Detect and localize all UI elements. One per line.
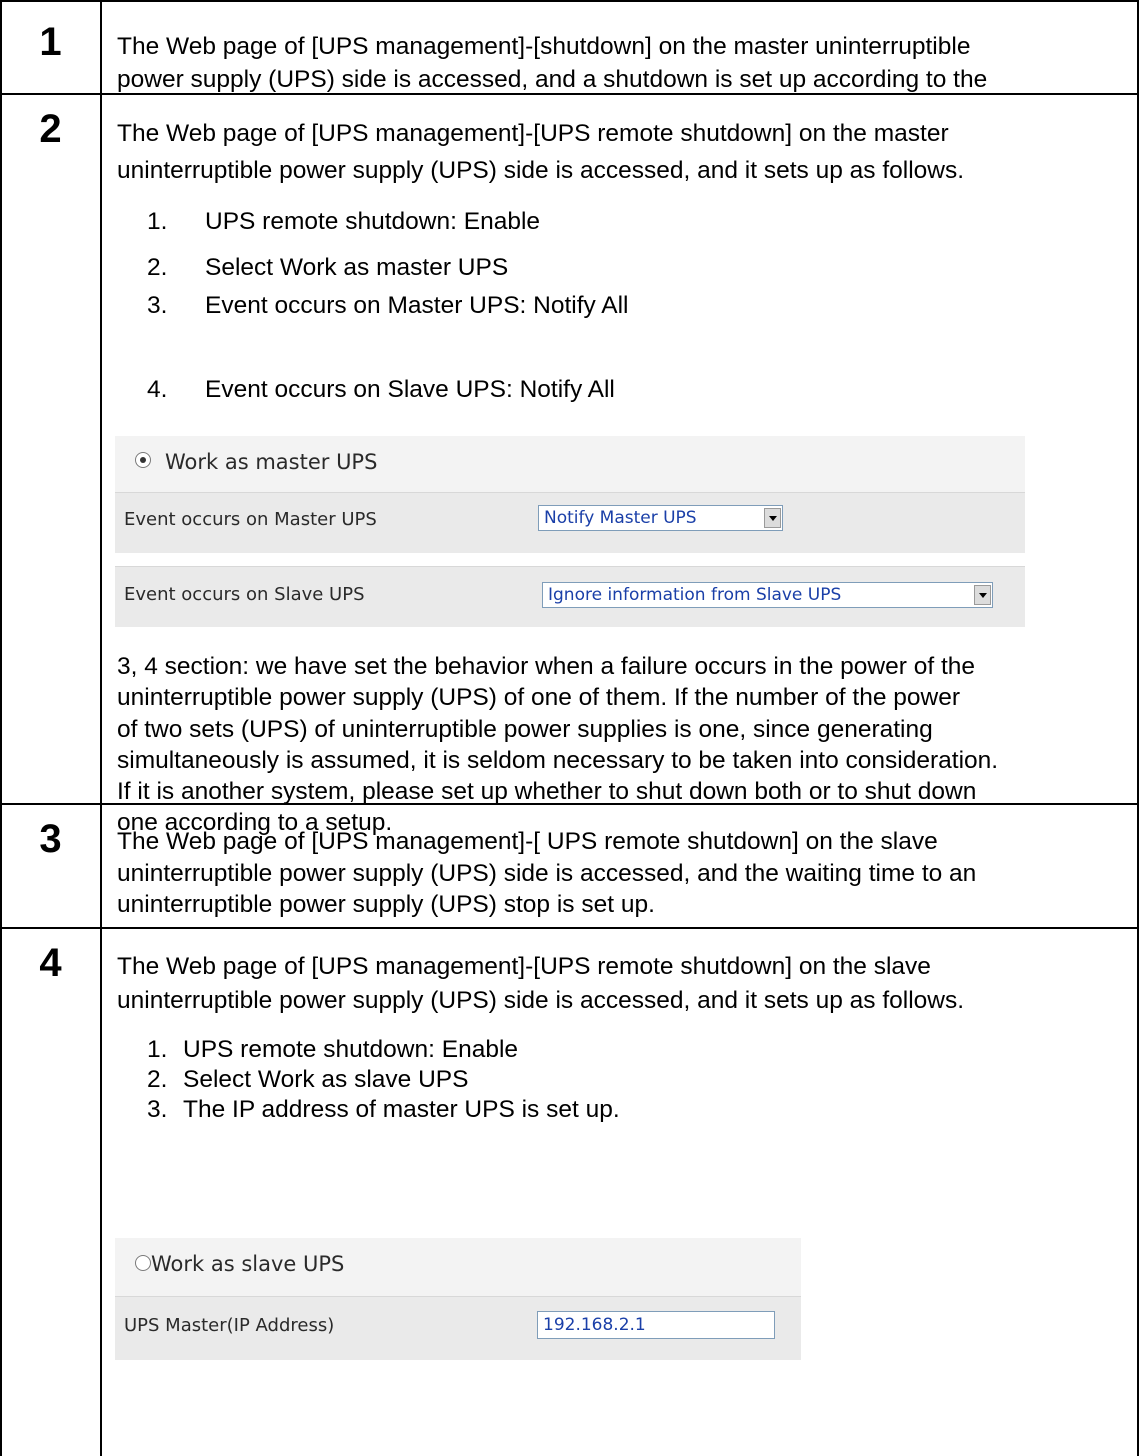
row-label: Event occurs on Master UPS [124,509,377,530]
note-line: uninterruptible power supply (UPS) of on… [117,684,960,711]
master-event-select[interactable]: Notify Master UPS [538,505,783,531]
master-ups-radio[interactable] [135,452,151,468]
slave-event-select[interactable]: Ignore information from Slave UPS [542,582,993,608]
step-number: 2 [39,107,62,151]
list-item: 3. Event occurs on Master UPS: Notify All [147,292,629,319]
column-divider [100,0,102,1456]
step-description-line: The Web page of [UPS management]-[ UPS r… [117,828,938,855]
radio-label: Work as slave UPS [151,1252,345,1276]
step-description-line: uninterruptible power supply (UPS) side … [117,987,965,1014]
step-description-line: The Web page of [UPS management]-[shutdo… [117,33,971,60]
row-label: Event occurs on Slave UPS [124,584,365,605]
list-item: 1. UPS remote shutdown: Enable [147,208,541,235]
list-item: 4. Event occurs on Slave UPS: Notify All [147,376,615,403]
note-line: If it is another system, please set up w… [117,778,977,805]
list-item: 2. Select Work as slave UPS [147,1066,469,1093]
step-number: 1 [39,20,62,64]
master-ups-settings-screenshot: Work as master UPS Event occurs on Maste… [115,436,1025,636]
note-line: simultaneously is assumed, it is seldom … [117,747,999,774]
note-line: of two sets (UPS) of uninterruptible pow… [117,716,933,743]
list-item: 2. Select Work as master UPS [147,254,509,281]
chevron-down-icon [764,508,781,528]
step-description-line: power supply (UPS) side is accessed, and… [117,66,988,93]
chevron-down-icon [974,585,991,605]
radio-label: Work as master UPS [165,450,378,474]
master-ip-address-input[interactable]: 192.168.2.1 [537,1311,775,1339]
step-description-line: The Web page of [UPS management]-[UPS re… [117,120,949,147]
step-description-line: uninterruptible power supply (UPS) side … [117,157,965,184]
table-border-top [0,0,1139,2]
list-item: 1. UPS remote shutdown: Enable [147,1036,519,1063]
slave-ups-radio[interactable] [135,1255,151,1271]
step-number: 3 [39,817,62,861]
document-page: 1 The Web page of [UPS management]-[shut… [0,0,1139,1456]
row-divider [0,927,1139,929]
slave-ups-settings-screenshot: Work as slave UPS UPS Master(IP Address)… [115,1238,801,1362]
step-description-line: The Web page of [UPS management]-[UPS re… [117,953,931,980]
step-description-line: uninterruptible power supply (UPS) side … [117,860,977,887]
note-line: 3, 4 section: we have set the behavior w… [117,653,976,680]
step-number: 4 [39,941,62,985]
table-border-left [0,0,2,1456]
step-description-line: uninterruptible power supply (UPS) stop … [117,891,655,918]
list-item: 3. The IP address of master UPS is set up… [147,1096,620,1123]
field-label: UPS Master(IP Address) [124,1315,335,1336]
